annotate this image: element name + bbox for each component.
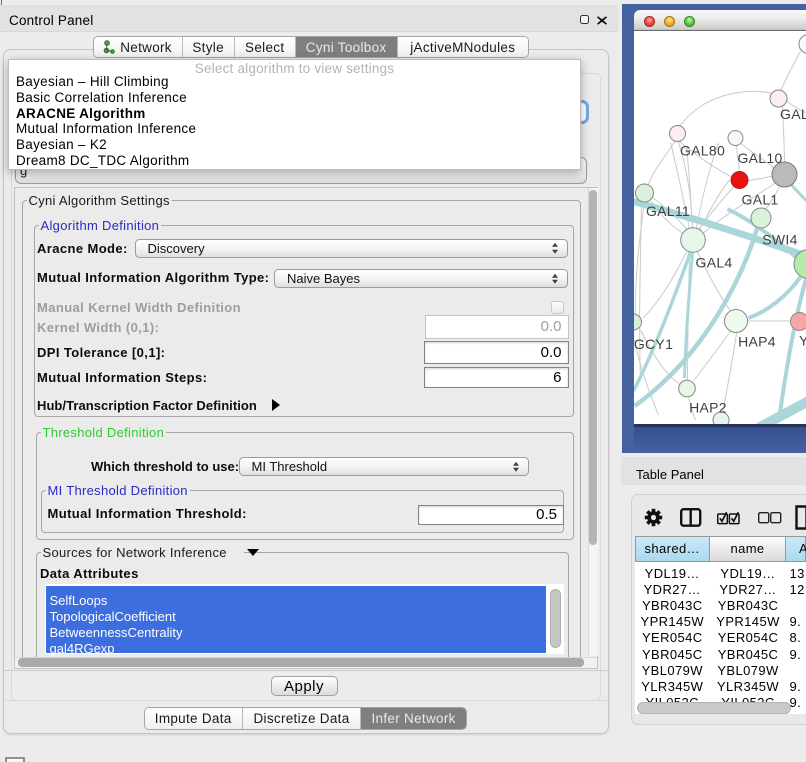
svg-text:HAP2: HAP2 [689, 400, 727, 416]
svg-text:HAP4: HAP4 [738, 334, 776, 350]
svg-text:GAL4: GAL4 [695, 255, 732, 271]
svg-text:GAL10: GAL10 [737, 150, 782, 166]
svg-text:GAL7: GAL7 [780, 106, 806, 122]
svg-text:GAL80: GAL80 [679, 143, 724, 159]
svg-text:SWI4: SWI4 [762, 232, 797, 248]
svg-text:GAL11: GAL11 [645, 203, 689, 219]
svg-text:YM: YM [799, 333, 806, 349]
svg-text:GAL1: GAL1 [741, 192, 778, 208]
svg-text:GCY1: GCY1 [634, 336, 673, 352]
